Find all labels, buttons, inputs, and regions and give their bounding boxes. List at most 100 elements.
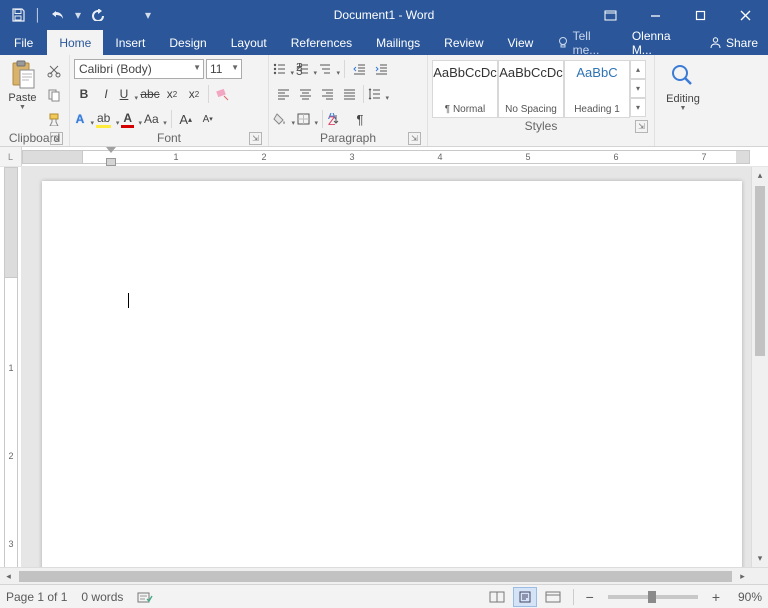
vertical-scrollbar[interactable]: ▴ ▾ (751, 167, 768, 567)
format-painter-icon[interactable] (43, 108, 65, 130)
document-page[interactable] (42, 181, 742, 567)
clipboard-launcher-icon[interactable]: ⇲ (50, 132, 63, 145)
superscript-button[interactable]: x2 (184, 84, 204, 104)
subscript-button[interactable]: x2 (162, 84, 182, 104)
zoom-in-button[interactable]: + (708, 589, 724, 605)
highlight-button[interactable]: ab▾ (96, 109, 119, 129)
zoom-out-button[interactable]: − (582, 589, 598, 605)
vscroll-thumb[interactable] (755, 186, 765, 356)
tab-file[interactable]: File (0, 30, 47, 55)
tab-insert[interactable]: Insert (103, 30, 157, 55)
tab-selector[interactable]: L (0, 147, 22, 166)
tab-mailings[interactable]: Mailings (364, 30, 432, 55)
tab-view[interactable]: View (496, 30, 546, 55)
window-controls (588, 0, 768, 30)
font-name-combo[interactable]: Calibri (Body)▼ (74, 59, 204, 79)
hscroll-thumb[interactable] (19, 571, 732, 582)
web-layout-icon[interactable] (541, 587, 565, 607)
qat-separator: │ (34, 8, 42, 22)
scroll-left-icon[interactable]: ◂ (0, 568, 17, 585)
print-layout-icon[interactable] (513, 587, 537, 607)
tab-layout[interactable]: Layout (219, 30, 279, 55)
find-icon[interactable] (669, 62, 697, 90)
undo-icon[interactable] (46, 3, 70, 27)
shrink-font-button[interactable]: A▾ (198, 109, 218, 129)
ruler-tick: 7 (700, 150, 708, 164)
first-line-indent-marker[interactable] (106, 147, 116, 153)
align-right-button[interactable] (317, 84, 337, 104)
styles-scroll-up[interactable]: ▴ (630, 60, 646, 79)
qat-customize-caret[interactable]: ▾ (144, 8, 152, 22)
save-icon[interactable] (6, 3, 30, 27)
styles-launcher-icon[interactable]: ⇲ (635, 120, 648, 133)
align-left-button[interactable] (273, 84, 293, 104)
styles-scroll-down[interactable]: ▾ (630, 79, 646, 98)
style-preview: AaBbCcDc (499, 65, 563, 80)
read-mode-icon[interactable] (485, 587, 509, 607)
style-normal[interactable]: AaBbCcDc ¶ Normal (432, 60, 498, 118)
scroll-right-icon[interactable]: ▸ (734, 568, 751, 585)
share-button[interactable]: Share (699, 30, 768, 55)
ribbon: Paste ▼ Clipboard⇲ Calibri (Body)▼ 11▼ B… (0, 55, 768, 147)
italic-button[interactable]: I (96, 84, 116, 104)
style-no-spacing[interactable]: AaBbCcDc No Spacing (498, 60, 564, 118)
font-launcher-icon[interactable]: ⇲ (249, 132, 262, 145)
redo-icon[interactable] (86, 3, 110, 27)
paste-button[interactable]: Paste ▼ (4, 58, 41, 130)
style-heading-1[interactable]: AaBbC​ Heading 1 (564, 60, 630, 118)
maximize-icon[interactable] (678, 0, 723, 30)
numbering-button[interactable]: 123▾ (296, 59, 317, 79)
grow-font-button[interactable]: A▴ (176, 109, 196, 129)
increase-indent-button[interactable] (371, 59, 391, 79)
styles-expand[interactable]: ▾ (630, 98, 646, 117)
shading-button[interactable]: ▾ (273, 109, 295, 129)
zoom-level[interactable]: 90% (728, 590, 762, 604)
decrease-indent-button[interactable] (349, 59, 369, 79)
paragraph-launcher-icon[interactable]: ⇲ (408, 132, 421, 145)
tab-references[interactable]: References (279, 30, 364, 55)
scroll-down-icon[interactable]: ▾ (752, 550, 768, 567)
text-effects-button[interactable]: A▾ (74, 109, 94, 129)
vertical-ruler[interactable]: 1 2 3 (0, 167, 22, 567)
tell-me-search[interactable]: Tell me... (551, 29, 624, 57)
hanging-indent-marker[interactable] (106, 158, 116, 166)
scroll-up-icon[interactable]: ▴ (752, 167, 768, 184)
tab-review[interactable]: Review (432, 30, 495, 55)
cut-icon[interactable] (43, 60, 65, 82)
change-case-button[interactable]: Aa▾ (144, 109, 167, 129)
vruler-tick: 3 (4, 539, 18, 549)
document-viewport[interactable] (22, 167, 751, 567)
share-icon (709, 36, 722, 49)
multilevel-list-button[interactable]: ▾ (319, 59, 340, 79)
font-size-combo[interactable]: 11▼ (206, 59, 242, 79)
font-color-button[interactable]: A▾ (121, 109, 142, 129)
tab-design[interactable]: Design (157, 30, 218, 55)
zoom-slider[interactable] (608, 595, 698, 599)
tab-home[interactable]: Home (47, 30, 103, 55)
strikethrough-button[interactable]: abc (140, 84, 160, 104)
underline-button[interactable]: U▾ (118, 84, 138, 104)
close-icon[interactable] (723, 0, 768, 30)
ribbon-display-options-icon[interactable] (588, 0, 633, 30)
borders-button[interactable]: ▾ (297, 109, 318, 129)
proofing-icon[interactable] (137, 590, 153, 604)
status-page[interactable]: Page 1 of 1 (6, 590, 67, 604)
sort-button[interactable]: AZ (327, 109, 348, 129)
undo-dropdown-caret[interactable]: ▾ (74, 8, 82, 22)
horizontal-ruler[interactable]: L 1 2 3 4 5 6 7 (0, 147, 768, 167)
clear-formatting-icon[interactable] (213, 84, 233, 104)
user-name[interactable]: Olenna M... (624, 30, 699, 55)
align-center-button[interactable] (295, 84, 315, 104)
justify-button[interactable] (339, 84, 359, 104)
show-hide-button[interactable]: ¶ (350, 109, 370, 129)
status-word-count[interactable]: 0 words (81, 590, 123, 604)
horizontal-scrollbar[interactable]: ◂ ▸ (0, 567, 768, 584)
copy-icon[interactable] (43, 84, 65, 106)
minimize-icon[interactable] (633, 0, 678, 30)
group-paragraph: ▾ 123▾ ▾ ▾ ▾ ▾ AZ ¶ (269, 55, 428, 146)
zoom-slider-thumb[interactable] (648, 591, 656, 603)
bullets-button[interactable]: ▾ (273, 59, 294, 79)
line-spacing-button[interactable]: ▾ (368, 84, 389, 104)
bold-button[interactable]: B (74, 84, 94, 104)
tell-me-label: Tell me... (573, 29, 618, 57)
